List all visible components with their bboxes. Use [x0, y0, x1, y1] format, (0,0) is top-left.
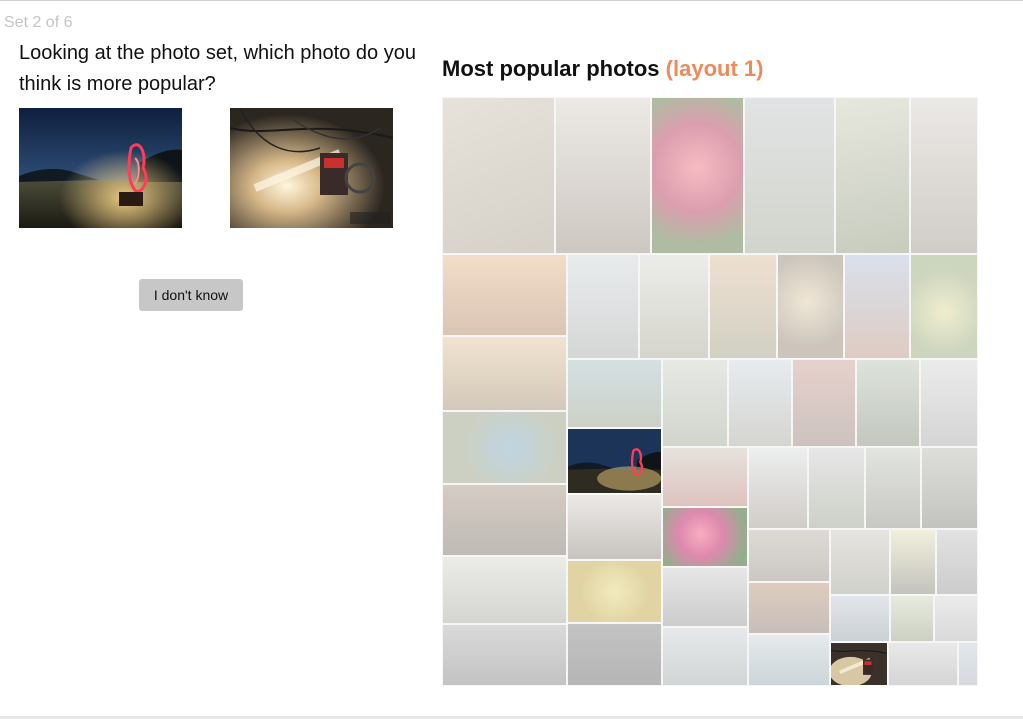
mosaic-tile[interactable]	[958, 642, 978, 686]
mosaic-tile[interactable]	[662, 567, 748, 627]
mosaic-tile[interactable]	[567, 359, 662, 428]
mosaic-tile[interactable]	[728, 359, 792, 447]
mosaic-tile[interactable]	[792, 359, 856, 447]
mosaic-tile[interactable]	[844, 254, 910, 359]
night-beach-photo	[19, 108, 182, 228]
mosaic-tile[interactable]	[748, 634, 830, 686]
mosaic-tile[interactable]	[567, 494, 662, 560]
mosaic-tile[interactable]	[748, 582, 830, 634]
mosaic-tile[interactable]	[934, 595, 978, 642]
mosaic-tile[interactable]	[808, 447, 865, 529]
window-top-border	[0, 0, 1023, 1]
mosaic-tile[interactable]	[651, 97, 744, 254]
photo-choice-a[interactable]	[19, 108, 182, 228]
photo-choice-b[interactable]	[230, 108, 393, 228]
mosaic-tile[interactable]	[442, 254, 567, 336]
mosaic-tile[interactable]	[442, 624, 567, 686]
mosaic-tile[interactable]	[910, 97, 978, 254]
mosaic-tile[interactable]	[921, 447, 978, 529]
mosaic-tile[interactable]	[639, 254, 709, 359]
mosaic-tile[interactable]	[442, 556, 567, 624]
mosaic-tile[interactable]	[856, 359, 920, 447]
question-text: Looking at the photo set, which photo do…	[19, 42, 416, 95]
night-beach-thumb	[568, 429, 661, 493]
mosaic-tile[interactable]	[662, 359, 728, 447]
mosaic-tile[interactable]	[662, 447, 748, 507]
mosaic-tile[interactable]	[442, 97, 555, 254]
mosaic-tile[interactable]	[442, 411, 567, 484]
mosaic-tile[interactable]	[835, 97, 910, 254]
mosaic-tile[interactable]	[910, 254, 978, 359]
mosaic-tile[interactable]	[567, 623, 662, 686]
mosaic-tile[interactable]	[865, 447, 921, 529]
mosaic-tile[interactable]	[830, 529, 890, 595]
mosaic-tile[interactable]	[709, 254, 777, 359]
mosaic-tile-highlighted-b[interactable]	[830, 642, 888, 686]
set-counter: Set 2 of 6	[4, 14, 73, 31]
mosaic-tile[interactable]	[888, 642, 958, 686]
mosaic-tile[interactable]	[936, 529, 978, 595]
mosaic-tile-highlighted-a[interactable]	[567, 428, 662, 494]
mosaic-tile[interactable]	[555, 97, 651, 254]
mosaic-tile[interactable]	[567, 560, 662, 623]
photo-mosaic	[442, 97, 978, 686]
mosaic-tile[interactable]	[744, 97, 835, 254]
mosaic-tile[interactable]	[748, 529, 830, 582]
mosaic-tile[interactable]	[890, 529, 936, 595]
mosaic-tile[interactable]	[777, 254, 844, 359]
mosaic-layout-label: (layout 1)	[665, 56, 764, 81]
mosaic-tile[interactable]	[662, 507, 748, 567]
dont-know-button[interactable]: I don't know	[139, 279, 243, 311]
mosaic-tile[interactable]	[662, 627, 748, 686]
workshop-light-photo	[230, 108, 393, 228]
mosaic-tile[interactable]	[920, 359, 978, 447]
mosaic-title: Most popular photos (layout 1)	[442, 56, 763, 82]
mosaic-tile[interactable]	[567, 254, 639, 359]
workshop-light-thumb	[831, 643, 887, 685]
mosaic-tile[interactable]	[890, 595, 934, 642]
mosaic-tile[interactable]	[748, 447, 808, 529]
mosaic-title-text: Most popular photos	[442, 56, 660, 81]
mosaic-tile[interactable]	[830, 595, 890, 642]
mosaic-tile[interactable]	[442, 336, 567, 411]
mosaic-tile[interactable]	[442, 484, 567, 556]
